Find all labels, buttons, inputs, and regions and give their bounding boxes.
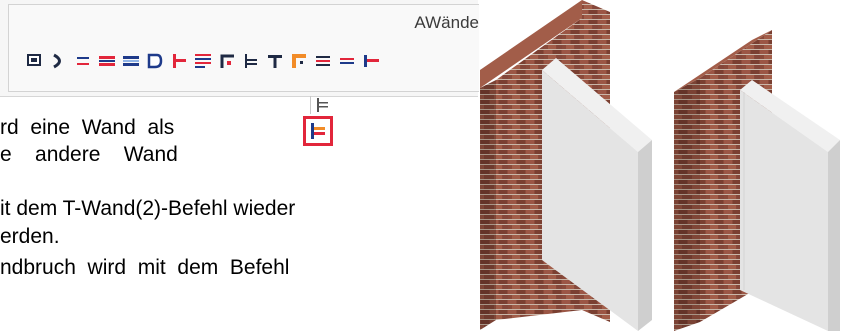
wall-split-icon[interactable] xyxy=(314,52,332,70)
brick-wall-with-t-wall-left xyxy=(480,0,652,331)
ribbon-panel-title: AWände xyxy=(414,13,479,32)
wall-corner-icon[interactable] xyxy=(218,52,236,70)
wall-outline-icon[interactable] xyxy=(146,52,164,70)
paragraph-line-3: it dem T-Wand(2)-Befehl wieder xyxy=(0,197,296,220)
ribbon-tool-row xyxy=(26,52,380,70)
paragraph-line-2: e andere Wand xyxy=(0,143,178,166)
paragraph-line-5: ndbruch wird mit dem Befehl xyxy=(0,256,290,279)
t-wall-icon[interactable] xyxy=(170,52,188,70)
t-wall-flyout xyxy=(300,96,344,146)
paragraph-line-1: rd eine Wand als xyxy=(0,116,175,139)
wall-arc-icon[interactable] xyxy=(50,52,68,70)
brick-wall-with-t-wall-right xyxy=(674,30,840,331)
wall-list-icon[interactable] xyxy=(194,52,212,70)
wall-t-join-icon[interactable] xyxy=(266,52,284,70)
wall-single-icon[interactable] xyxy=(74,52,92,70)
wall-extend-icon[interactable] xyxy=(362,52,380,70)
wall-rectangle-icon[interactable] xyxy=(26,52,44,70)
ribbon-panel-walls: AWände xyxy=(8,4,479,92)
wall-illustration xyxy=(480,0,840,331)
wall-join-icon[interactable] xyxy=(242,52,260,70)
wall-l-join-icon[interactable] xyxy=(290,52,308,70)
ribbon: AWände xyxy=(0,0,479,97)
t-wall-plain-icon[interactable] xyxy=(310,96,335,114)
wall-layer-icon[interactable] xyxy=(122,52,140,70)
wall-line-icon[interactable] xyxy=(338,52,356,70)
paragraph-line-4: erden. xyxy=(0,225,60,248)
wall-double-icon[interactable] xyxy=(98,52,116,70)
t-wall-2-icon[interactable] xyxy=(303,116,333,146)
